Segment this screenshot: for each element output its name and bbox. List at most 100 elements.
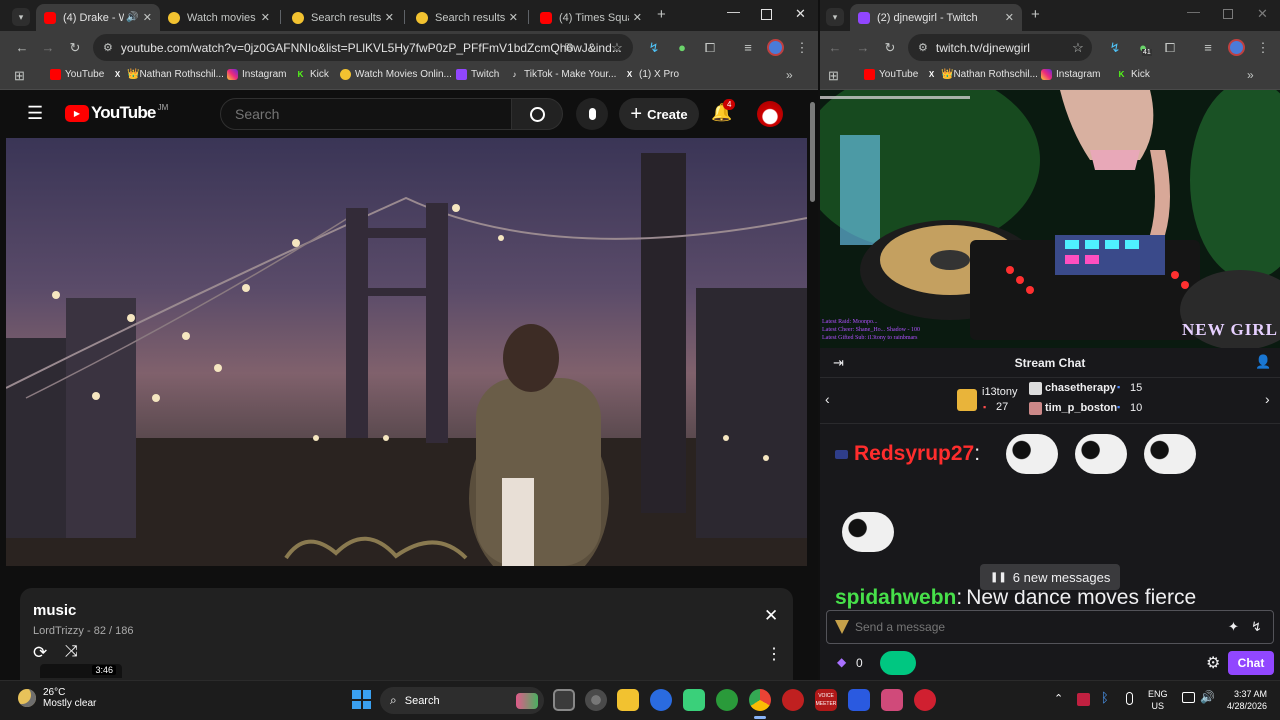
chat-input-box[interactable]: ✦ ↯ [826,610,1274,644]
bookmark-instagram[interactable]: Instagram [227,69,286,80]
tab-twitch-djnewgirl[interactable]: (2) djnewgirl - Twitch ✕ [850,4,1022,31]
capcut-icon[interactable] [650,689,672,711]
leaderboard-next-icon[interactable]: › [1265,391,1270,407]
tray-app-icon[interactable] [1077,693,1090,706]
bookmark-star-icon[interactable]: ☆ [1068,31,1088,64]
close-tab-icon[interactable]: ✕ [143,11,152,24]
apps-grid-icon[interactable]: ⊞ [14,68,25,84]
chrome-icon[interactable] [749,689,771,711]
reading-list-icon[interactable]: ≡ [1198,31,1218,64]
taskbar-search[interactable]: ⌕ Search [380,687,544,714]
browser-menu-icon[interactable]: ⋮ [1253,31,1273,64]
tab-search-results-2[interactable]: Search results for ✕ [408,4,526,31]
file-explorer-icon[interactable] [617,689,639,711]
more-bookmarks-icon[interactable]: » [1247,68,1254,82]
bookmark-instagram[interactable]: Instagram [1041,69,1100,80]
youtube-logo[interactable]: ▶ YouTube JM [65,103,168,123]
reload-icon[interactable]: ↻ [880,31,900,64]
loop-playlist-icon[interactable]: ⟳ [33,643,47,663]
record-app-icon[interactable] [914,689,936,711]
search-box[interactable] [220,98,512,130]
weather-widget[interactable]: 26°C Mostly clear [18,687,96,709]
language-indicator[interactable]: ENG US [1148,688,1168,712]
translate-extension-icon[interactable]: ↯ [644,31,664,64]
channel-points-icon[interactable]: ◆ [837,655,846,669]
chat-input[interactable] [855,611,1215,643]
community-icon[interactable]: 👤 [1255,354,1271,370]
tab-drake[interactable]: (4) Drake - W 🔊 ✕ [36,4,160,31]
close-tab-icon[interactable]: ✕ [385,11,394,24]
playlist-title[interactable]: music [33,602,76,619]
voicemeeter-icon[interactable]: VOICE MEETER [815,689,837,711]
profile-avatar-icon[interactable] [1228,39,1245,56]
search-input[interactable] [221,99,511,129]
extension-emote-icon[interactable]: ↯ [1251,619,1262,635]
maximize-icon[interactable] [761,9,772,20]
leaderboard-prev-icon[interactable]: ‹ [825,391,830,407]
bookmark-twitch[interactable]: Twitch [456,69,499,80]
create-button[interactable]: + Create [619,98,699,130]
task-view-icon[interactable] [553,689,575,711]
browser-menu-icon[interactable]: ⋮ [792,31,812,64]
page-scrollbar[interactable] [810,102,815,202]
new-messages-button[interactable]: ❚❚ 6 new messages [980,564,1121,590]
close-tab-icon[interactable]: ✕ [509,11,518,24]
gifter-name[interactable]: i13tony [982,386,1017,398]
bluetooth-icon[interactable]: ᛒ [1101,690,1109,705]
back-icon[interactable]: ← [825,31,845,64]
bookmark-watch-movies[interactable]: Watch Movies Onlin... [340,69,452,80]
playlist-more-icon[interactable]: ⋮ [766,644,782,664]
address-bar[interactable]: ⚙ twitch.tv/djnewgirl [908,34,1092,61]
install-icon[interactable]: ⧉ [559,31,579,64]
bookmark-kick[interactable]: K Kick [1116,69,1150,80]
bookmark-x-pro[interactable]: X (1) X Pro [624,69,679,80]
tab-search-results-1[interactable]: Search results for ✕ [284,4,402,31]
twitch-video-player[interactable]: Latest Raid: Moonpo... Latest Cheer: Sha… [820,90,1280,348]
reload-icon[interactable]: ↻ [65,31,85,64]
address-bar[interactable]: ⚙ youtube.com/watch?v=0jz0GAFNNIo&list=P… [93,34,633,61]
forward-icon[interactable]: → [38,31,58,64]
gifter-name[interactable]: chasetherapy [1045,382,1116,394]
chat-send-button[interactable]: Chat [1228,651,1274,675]
close-tab-icon[interactable]: ✕ [633,11,642,24]
notepad-icon[interactable] [881,689,903,711]
close-window-icon[interactable]: ✕ [795,6,806,22]
close-tab-icon[interactable]: ✕ [261,11,270,24]
maximize-icon[interactable] [1223,9,1233,19]
close-tab-icon[interactable]: ✕ [1005,11,1014,24]
close-playlist-icon[interactable]: ✕ [764,606,778,626]
notifications-button[interactable]: 🔔 4 [711,99,736,123]
tab-search-dropdown-icon[interactable]: ▾ [12,8,30,26]
bookmark-youtube[interactable]: YouTube [50,69,104,80]
obs-like-icon[interactable] [782,689,804,711]
voice-search-button[interactable] [576,98,608,130]
start-windows-icon[interactable] [352,690,371,709]
tab-search-dropdown-icon[interactable]: ▾ [826,8,844,26]
chat-settings-icon[interactable]: ⚙ [1206,653,1220,673]
extension-badge-icon[interactable]: ● [672,31,692,64]
site-info-icon[interactable]: ⚙ [103,41,113,54]
new-tab-icon[interactable]: + [1031,6,1040,23]
tab-watch-movies[interactable]: Watch movies onl ✕ [160,4,278,31]
bookmark-nathan[interactable]: X 👑Nathan Rothschil... [112,69,224,80]
minimize-icon[interactable]: — [727,4,740,19]
video-player[interactable] [6,138,807,566]
reading-list-icon[interactable]: ≡ [738,31,758,64]
settings-app-icon[interactable] [585,689,607,711]
microphone-tray-icon[interactable] [1126,692,1133,705]
show-hidden-icons-icon[interactable]: ⌃ [1054,692,1063,705]
more-bookmarks-icon[interactable]: » [786,68,793,82]
minimize-icon[interactable]: — [1187,4,1200,19]
bookmark-kick[interactable]: K Kick [295,69,329,80]
discord-like-app-icon[interactable] [683,689,705,711]
extension-badge-icon[interactable]: ● [1133,31,1153,64]
new-tab-icon[interactable]: + [657,6,666,23]
emote-picker-icon[interactable]: ✦ [1228,619,1239,635]
playlist-item-thumbnail[interactable]: 3:46 [40,664,122,678]
channel-avatar[interactable] [757,101,783,127]
chat-username[interactable]: spidahwebn [835,586,956,610]
hamburger-menu-icon[interactable]: ☰ [27,103,43,124]
bookmark-youtube[interactable]: YouTube [864,69,918,80]
extensions-puzzle-icon[interactable]: ⧠ [1160,31,1180,64]
chat-username[interactable]: Redsyrup27 [854,442,974,466]
